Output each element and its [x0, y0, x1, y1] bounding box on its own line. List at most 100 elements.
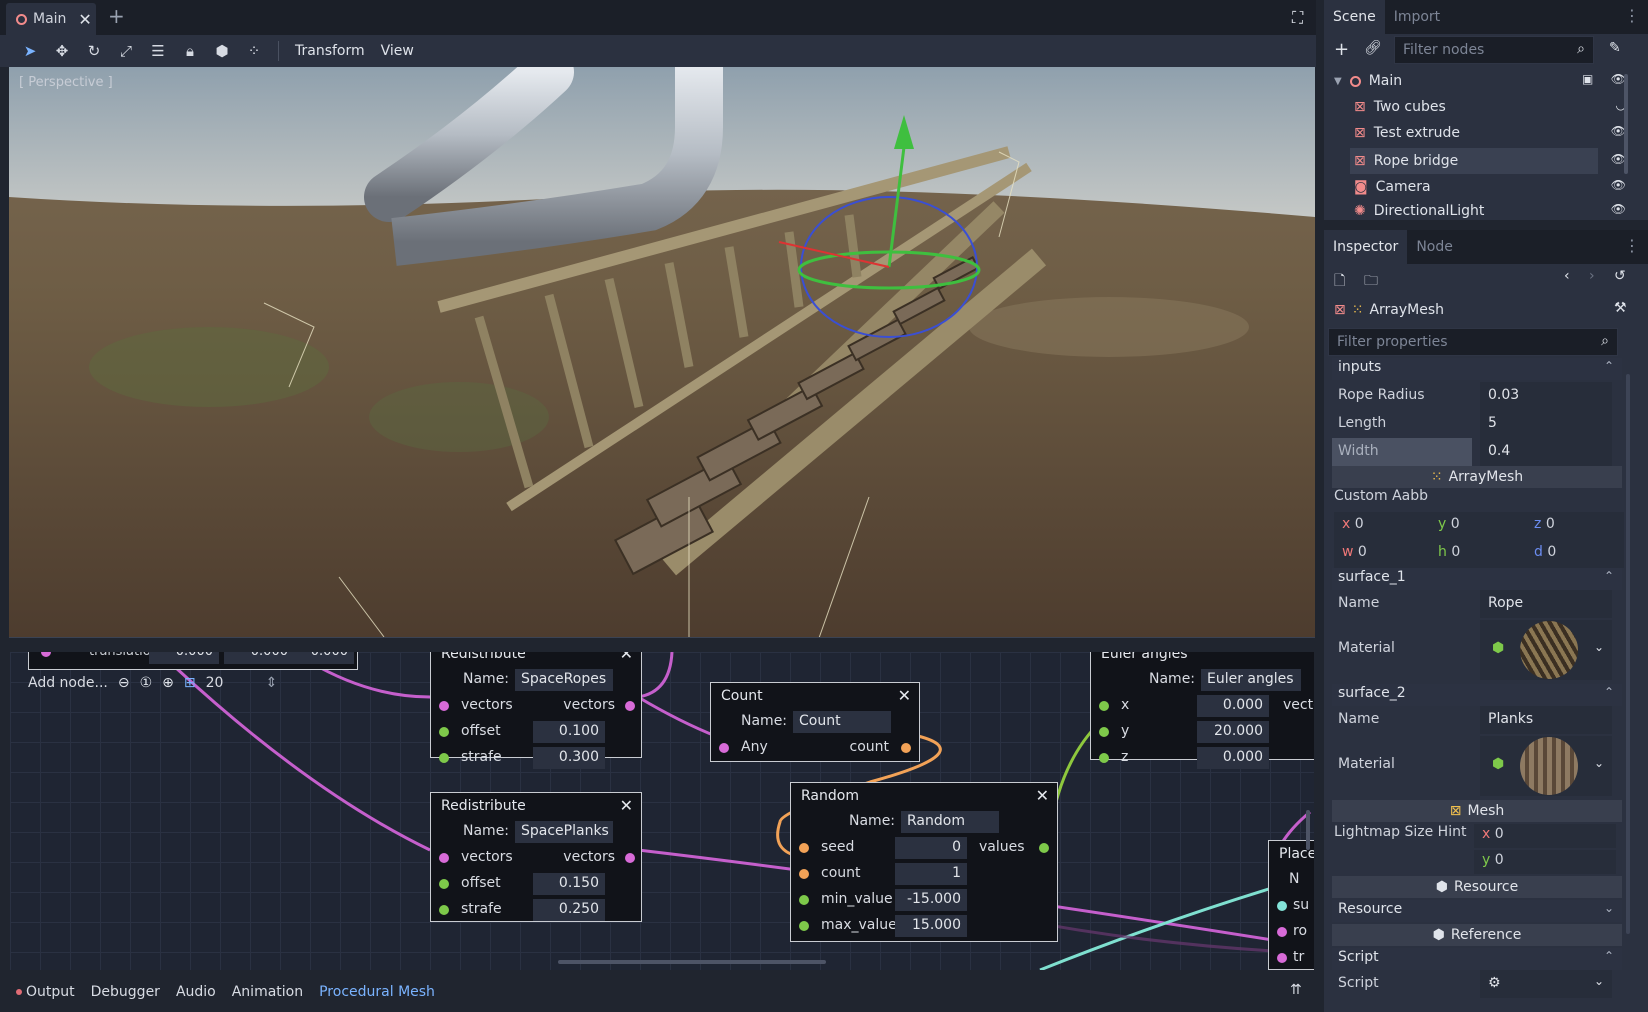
inspector-scrollbar[interactable] [1626, 374, 1630, 934]
node-redistribute-ropes[interactable]: Redistribute ✕ Name: SpaceRopes vectors v… [430, 652, 642, 769]
input-port[interactable] [439, 701, 449, 711]
input-port[interactable] [1099, 701, 1109, 711]
history-forward-icon[interactable]: › [1589, 268, 1595, 284]
tab-scene[interactable]: Scene [1324, 0, 1385, 34]
transform-menu[interactable]: Transform [287, 43, 373, 59]
zoom-reset-icon[interactable]: ① [140, 675, 153, 691]
count-field[interactable]: 1 [895, 863, 967, 885]
aabb-z-field[interactable]: z 0 [1534, 516, 1555, 532]
input-port[interactable] [1277, 953, 1287, 963]
fullscreen-icon[interactable]: ⛶ [1292, 8, 1303, 28]
node-count[interactable]: Count ✕ Name: Count Any count [710, 682, 920, 762]
zoom-in-icon[interactable]: ⊕ [162, 675, 174, 691]
graph-horizontal-scrollbar[interactable] [558, 960, 826, 964]
input-port[interactable] [1277, 927, 1287, 937]
section-script[interactable]: Script ⌃ [1332, 948, 1622, 970]
tab-main[interactable]: Main ✕ [6, 3, 96, 35]
offset-field[interactable]: 0.150 [533, 873, 605, 895]
filter-nodes-input[interactable]: Filter nodes ⌕ [1394, 36, 1594, 64]
script-attached-icon[interactable]: ▣ [1582, 72, 1593, 86]
tab-procedural-mesh[interactable]: Procedural Mesh [311, 984, 443, 1000]
lightmap-x-field[interactable]: x 0 [1474, 824, 1616, 848]
arraymesh-resource-button[interactable]: ⁙ ArrayMesh [1332, 466, 1622, 488]
close-icon[interactable]: ✕ [78, 10, 91, 29]
output-port[interactable] [901, 743, 911, 753]
node-euler-angles[interactable]: Euler angles Name: Euler angles x 0.000 … [1090, 652, 1314, 769]
menu-icon[interactable]: ⋮ [1624, 236, 1640, 255]
offset-field[interactable]: 0.100 [533, 721, 605, 743]
name-field[interactable]: Euler angles [1201, 669, 1301, 691]
aabb-y-field[interactable]: y 0 [1438, 516, 1460, 532]
close-icon[interactable]: ✕ [1036, 786, 1049, 805]
output-port[interactable] [625, 701, 635, 711]
surface1-name-field[interactable]: Rope [1480, 590, 1612, 618]
graph-vertical-scrollbar[interactable] [1306, 810, 1310, 850]
x-field[interactable]: 0.000 [1197, 695, 1269, 717]
mesh-resource-button[interactable]: ⊠ Mesh [1332, 800, 1622, 822]
list-icon[interactable]: ☰ [142, 37, 174, 65]
expand-panel-icon[interactable]: ⇈ [1290, 982, 1302, 998]
tab-output[interactable]: Output [24, 984, 83, 1000]
snap-icon[interactable]: ⁘ [238, 37, 270, 65]
zoom-out-icon[interactable]: ⊖ [118, 675, 130, 691]
input-port[interactable] [719, 743, 729, 753]
move-icon[interactable]: ✥ [46, 37, 78, 65]
node-random[interactable]: Random ✕ Name: Random seed 0 values count… [790, 782, 1058, 942]
visibility-eye-icon[interactable]: 👁︎ [1611, 178, 1626, 192]
scale-icon[interactable]: ⤢ [110, 37, 142, 65]
tree-item-test-extrude[interactable]: ⊠ Test extrude [1354, 120, 1460, 146]
cube-icon[interactable]: ⬢ [206, 37, 238, 65]
tree-item-directional-light[interactable]: ✺ DirectionalLight [1354, 198, 1484, 224]
history-back-icon[interactable]: ‹ [1564, 268, 1570, 284]
lightmap-y-field[interactable]: y 0 [1474, 850, 1616, 874]
reference-button[interactable]: ⬢ Reference [1332, 924, 1622, 946]
chevron-down-icon[interactable]: ⌄ [1594, 640, 1604, 654]
visibility-eye-icon[interactable]: 👁︎ [1611, 202, 1626, 216]
lock-icon[interactable]: 🔒︎ [174, 37, 206, 65]
section-inputs[interactable]: inputs ⌃ [1332, 358, 1622, 380]
inspected-object[interactable]: ⊠ ⁙ ArrayMesh [1334, 298, 1444, 322]
y-field[interactable]: 20.000 [1197, 721, 1269, 743]
output-port[interactable] [1039, 843, 1049, 853]
resource-button[interactable]: ⬢ Resource [1332, 876, 1622, 898]
translation-z[interactable]: 0.000 [294, 652, 354, 664]
object-tools-icon[interactable]: ⚒ [1614, 300, 1627, 316]
input-port[interactable] [439, 753, 449, 763]
chevron-down-icon[interactable]: ⌄ [1594, 756, 1604, 770]
tab-audio[interactable]: Audio [168, 984, 224, 1000]
tree-item-camera[interactable]: ◙ Camera [1354, 174, 1431, 200]
input-port[interactable] [439, 727, 449, 737]
rope-radius-field[interactable]: 0.03 [1480, 382, 1612, 410]
close-icon[interactable]: ✕ [620, 652, 633, 663]
add-node-button[interactable]: Add node... [28, 675, 108, 691]
tree-item-rope-bridge[interactable]: ⊠ Rope bridge [1354, 148, 1458, 174]
input-port[interactable] [799, 895, 809, 905]
node-redistribute-planks[interactable]: Redistribute ✕ Name: SpacePlanks vectors … [430, 792, 642, 922]
menu-icon[interactable]: ⋮ [1624, 6, 1640, 25]
select-icon[interactable]: ➤ [14, 37, 46, 65]
viewport-perspective-label[interactable]: [ Perspective ] [19, 75, 113, 90]
add-tab-button[interactable]: + [108, 4, 125, 28]
tab-import[interactable]: Import [1385, 0, 1449, 34]
node-place[interactable]: Place N su ro tr [1268, 840, 1314, 970]
rotate-icon[interactable]: ↻ [78, 37, 110, 65]
input-port[interactable] [439, 879, 449, 889]
section-resource[interactable]: Resource ⌄ [1332, 900, 1622, 922]
input-port[interactable] [799, 843, 809, 853]
close-icon[interactable]: ✕ [898, 686, 911, 705]
section-surface-2[interactable]: surface_2 ⌃ [1332, 684, 1622, 706]
width-field[interactable]: 0.4 [1480, 438, 1612, 466]
strafe-field[interactable]: 0.300 [533, 747, 605, 769]
z-field[interactable]: 0.000 [1197, 747, 1269, 769]
section-surface-1[interactable]: surface_1 ⌃ [1332, 568, 1622, 590]
filter-properties-input[interactable]: Filter properties ⌕ [1328, 328, 1618, 356]
tab-animation[interactable]: Animation [224, 984, 311, 1000]
chevron-down-icon[interactable]: ▼ [1334, 76, 1342, 87]
snap-value[interactable]: 20 [206, 675, 256, 691]
tree-item-two-cubes[interactable]: ⊠ Two cubes [1354, 94, 1446, 120]
open-folder-icon[interactable]: 🗀︎ [1364, 270, 1378, 294]
input-port[interactable] [799, 869, 809, 879]
link-icon[interactable]: 🔗︎ [1364, 40, 1382, 56]
input-port[interactable] [799, 921, 809, 931]
output-port[interactable] [625, 853, 635, 863]
